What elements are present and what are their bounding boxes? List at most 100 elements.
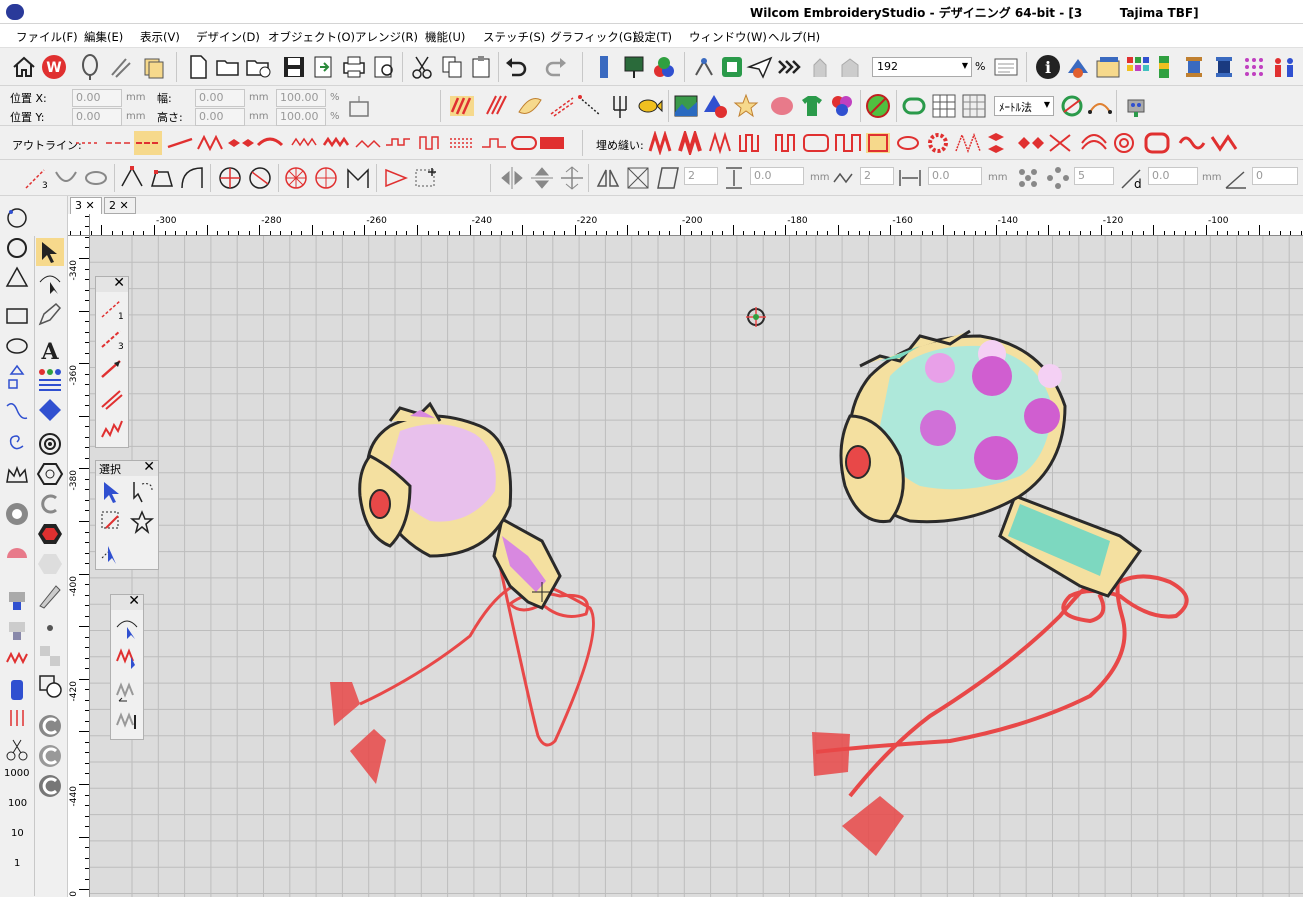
hoop-icon[interactable] — [76, 53, 104, 81]
copy-icon[interactable] — [438, 53, 466, 81]
trident-icon[interactable] — [606, 92, 634, 120]
height-percent-field[interactable]: 100.00 — [276, 108, 326, 126]
step-100[interactable]: 100 — [8, 798, 27, 809]
shirt-icon[interactable] — [798, 92, 826, 120]
count-field-2[interactable]: 2 — [860, 167, 894, 185]
polygon-select-icon[interactable] — [98, 508, 126, 536]
grid-and-design[interactable] — [90, 236, 1303, 897]
trim-icon[interactable] — [3, 706, 31, 734]
line-1-icon[interactable]: 1 — [98, 295, 126, 323]
close-icon[interactable]: ✕ — [120, 199, 129, 212]
point-select-icon[interactable] — [98, 538, 126, 566]
open-folder-icon[interactable] — [214, 53, 242, 81]
satin-stitch-icon[interactable] — [448, 92, 476, 120]
menu-stitch[interactable]: ステッチ(S) — [483, 29, 545, 45]
leaf-stitch-icon[interactable] — [516, 92, 544, 120]
hexagon-red-icon[interactable] — [36, 520, 64, 548]
outline-stitch-icons[interactable] — [74, 131, 574, 155]
menu-file[interactable]: ファイル(F) — [16, 29, 78, 45]
docker-icon[interactable] — [1094, 53, 1122, 81]
files-icon[interactable] — [140, 53, 168, 81]
count-field-3[interactable]: 5 — [1074, 167, 1114, 185]
blocks-icon[interactable] — [36, 642, 64, 670]
align-v-icon[interactable] — [528, 164, 556, 192]
tab-2[interactable]: 2 ✕ — [104, 197, 136, 214]
align-center-icon[interactable] — [558, 164, 586, 192]
embroidery-rattle-small[interactable] — [330, 401, 595, 784]
machine-alt-icon[interactable] — [3, 616, 31, 644]
line-3-icon[interactable]: 3 — [22, 164, 50, 192]
close-icon[interactable]: ✕ — [113, 275, 125, 291]
cut-shape-icon[interactable] — [246, 164, 274, 192]
polygon-node-icon[interactable] — [148, 164, 176, 192]
menu-settings[interactable]: 設定(T) — [633, 29, 672, 45]
step-10[interactable]: 10 — [11, 828, 24, 839]
method-select[interactable]: ﾒｰﾄﾙ法 ▼ — [994, 96, 1054, 116]
color-blend-icon[interactable] — [828, 92, 856, 120]
scatter-icon[interactable] — [1014, 164, 1042, 192]
dots-grid-icon[interactable] — [1240, 53, 1268, 81]
people-icon[interactable] — [1270, 53, 1298, 81]
offset-icon[interactable]: d — [1118, 164, 1146, 192]
color-palette-icon[interactable] — [1124, 53, 1152, 81]
height-field[interactable]: 0.00 — [195, 108, 245, 126]
undo-icon[interactable] — [502, 53, 530, 81]
pen-icon[interactable] — [36, 300, 64, 328]
thread-chart-icon[interactable] — [1150, 53, 1178, 81]
fish-icon[interactable] — [636, 92, 664, 120]
spool-stack-icon[interactable] — [3, 676, 31, 704]
menu-object[interactable]: オブジェクト(O) — [268, 29, 355, 45]
closed-shape-icon[interactable] — [3, 204, 31, 232]
applique-icon[interactable] — [3, 500, 31, 528]
object-properties-icon[interactable] — [1064, 53, 1092, 81]
colorway-icon[interactable] — [650, 53, 678, 81]
spool-icon[interactable] — [1180, 53, 1208, 81]
curve-node-icon[interactable] — [178, 164, 206, 192]
spiral-c-icon[interactable] — [36, 490, 64, 518]
export-icon[interactable] — [310, 53, 338, 81]
pos-y-field[interactable]: 0.00 — [72, 108, 122, 126]
print-icon[interactable] — [340, 53, 368, 81]
grid-icon[interactable] — [930, 92, 958, 120]
fan-icon[interactable] — [3, 536, 31, 564]
spiral-icon[interactable] — [3, 428, 31, 456]
open-recent-icon[interactable] — [244, 53, 272, 81]
spacing-h-icon[interactable] — [896, 164, 924, 192]
align-h-icon[interactable] — [498, 164, 526, 192]
circle-shape-icon[interactable] — [3, 234, 31, 262]
paste-icon[interactable] — [468, 53, 496, 81]
angle-field[interactable]: 0 — [1252, 167, 1298, 185]
redo-icon[interactable] — [542, 53, 570, 81]
c-ring-alt-icon[interactable] — [36, 742, 64, 770]
line-3-tool-icon[interactable]: 3 — [98, 325, 126, 353]
menu-arrange[interactable]: アレンジ(R) — [355, 29, 418, 45]
team-names-icon[interactable] — [36, 366, 64, 394]
zoom-combo[interactable]: 192 ▼ — [872, 57, 972, 77]
brain-icon[interactable] — [768, 92, 796, 120]
lock-proportion-icon[interactable] — [345, 92, 373, 120]
fill-stitch-icons[interactable] — [646, 131, 1266, 155]
cut-icon[interactable] — [408, 53, 436, 81]
design-canvas[interactable]: -300 -280 -260 -240 -220 -200 -180 -160 -140 -120… — [68, 214, 1303, 897]
pattern-spacing-icon[interactable] — [830, 164, 858, 192]
split-icon[interactable] — [216, 164, 244, 192]
backstitch-icon[interactable] — [98, 355, 126, 383]
skew-icon[interactable] — [654, 164, 682, 192]
curve-measure-icon[interactable] — [1086, 92, 1114, 120]
dot-icon[interactable] — [36, 614, 64, 642]
shapes-library-icon[interactable] — [3, 362, 31, 390]
pattern-icon[interactable] — [106, 53, 134, 81]
arc-icon[interactable] — [52, 164, 80, 192]
ring-icon[interactable] — [900, 92, 928, 120]
monogram-icon[interactable] — [36, 396, 64, 424]
star-select-icon[interactable] — [128, 508, 156, 536]
run-path-icon[interactable] — [576, 92, 604, 120]
fast-forward-icon[interactable] — [776, 53, 804, 81]
target-icon[interactable] — [36, 430, 64, 458]
wilcom-logo-icon[interactable]: W — [40, 53, 68, 81]
menu-design[interactable]: デザイン(D) — [196, 29, 260, 45]
picture-icon[interactable] — [672, 92, 700, 120]
arrow-shape-icon[interactable] — [382, 164, 410, 192]
no-color-icon[interactable] — [864, 92, 892, 120]
design-window-icon[interactable] — [718, 53, 746, 81]
